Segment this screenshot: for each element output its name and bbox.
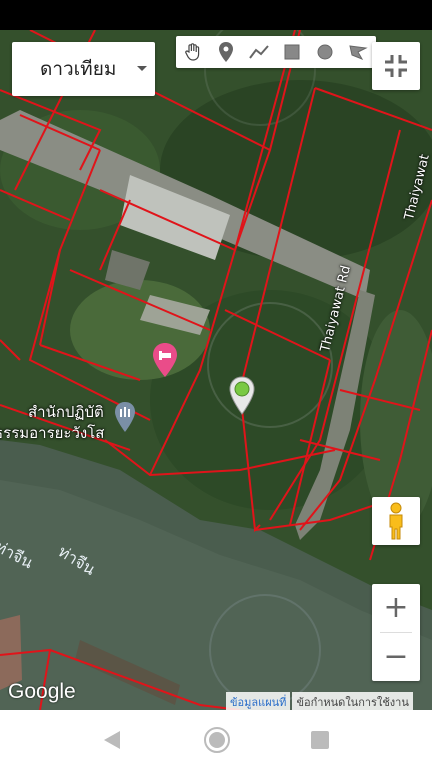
recents-icon[interactable] (310, 730, 330, 750)
street-view-button[interactable] (372, 497, 420, 545)
location-marker-icon[interactable] (229, 376, 255, 416)
zoom-in-button[interactable]: + (372, 584, 420, 632)
back-icon[interactable] (102, 730, 122, 750)
exit-fullscreen-icon (385, 55, 407, 77)
fullscreen-button[interactable] (372, 42, 420, 90)
drawing-toolbar (176, 36, 376, 68)
system-navigation-bar (0, 710, 432, 768)
zoom-out-button[interactable]: − (372, 633, 420, 681)
map-attribution: ข้อมูลแผนที่ ข้อกำหนดในการใช้งาน (226, 692, 413, 710)
satellite-imagery (0, 30, 432, 710)
chevron-down-icon (137, 66, 147, 71)
rectangle-icon[interactable] (275, 36, 308, 68)
status-bar (0, 0, 432, 30)
terms-of-use-link[interactable]: ข้อกำหนดในการใช้งาน (292, 692, 413, 710)
map-type-label: ดาวเทียม (40, 58, 117, 80)
zoom-control: + − (372, 584, 420, 681)
hotel-pin-icon[interactable] (152, 342, 178, 378)
google-logo: Google (8, 680, 76, 703)
pegman-icon (389, 502, 403, 540)
polyline-icon[interactable] (242, 36, 275, 68)
home-icon[interactable] (203, 726, 231, 754)
marker-icon[interactable] (209, 36, 242, 68)
satellite-map[interactable]: สำนักปฏิบัติ ธรรมอารยะวังโส Thaiyawat Rd… (0, 30, 432, 710)
temple-label-line2[interactable]: ธรรมอารยะวังโส (0, 421, 104, 445)
polygon-icon[interactable] (341, 36, 374, 68)
circle-icon[interactable] (308, 36, 341, 68)
hand-pan-icon[interactable] (176, 36, 209, 68)
temple-pin-icon[interactable] (114, 401, 136, 433)
map-type-dropdown[interactable]: ดาวเทียม (12, 42, 155, 96)
map-data-link[interactable]: ข้อมูลแผนที่ (226, 692, 291, 710)
